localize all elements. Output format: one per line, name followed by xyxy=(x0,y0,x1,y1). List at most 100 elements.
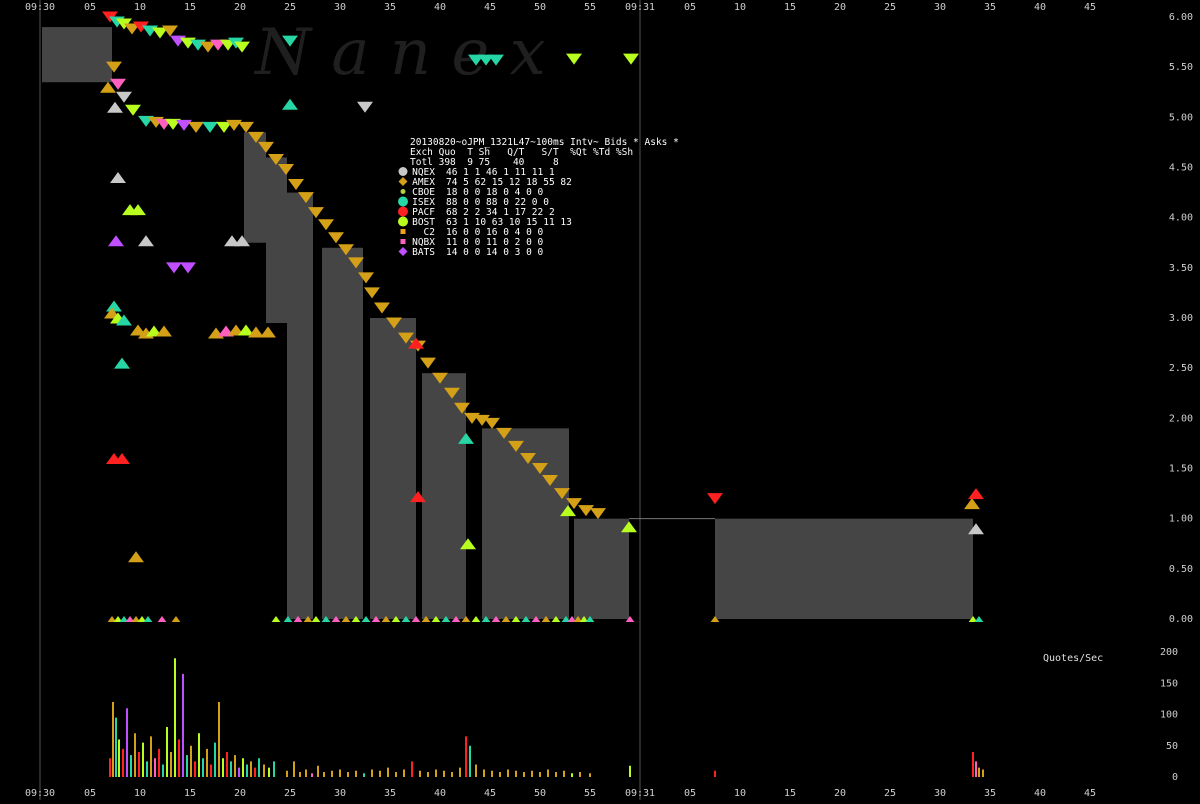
x-tick-label-bottom: 40 xyxy=(1034,788,1046,799)
x-tick-label-top: 55 xyxy=(584,2,596,13)
x-tick-label-bottom: 10 xyxy=(734,788,746,799)
x-tick-label-bottom: 40 xyxy=(434,788,446,799)
volume-bar xyxy=(182,673,184,777)
volume-bar xyxy=(142,742,144,777)
quote-marker xyxy=(166,262,182,274)
y-tick-label: 2.50 xyxy=(1169,363,1193,374)
x-tick-label-top: 05 xyxy=(84,2,96,13)
quote-marker xyxy=(578,505,594,517)
volume-bar xyxy=(109,758,111,777)
x-tick-label-top: 09:31 xyxy=(625,2,655,13)
volume-bar xyxy=(459,767,461,777)
volume-bar xyxy=(154,758,156,777)
x-tick-label-bottom: 50 xyxy=(534,788,546,799)
x-tick-label-bottom: 09:31 xyxy=(625,788,655,799)
volume-bar xyxy=(563,770,565,777)
y-tick-label: 4.50 xyxy=(1169,163,1193,174)
quote-marker xyxy=(707,493,723,505)
bid-area-step xyxy=(715,518,973,619)
x-tick-label-bottom: 45 xyxy=(484,788,496,799)
volume-bar xyxy=(363,773,365,777)
zero-marker xyxy=(271,616,281,622)
x-tick-label-bottom: 30 xyxy=(934,788,946,799)
x-tick-label-top: 15 xyxy=(784,2,796,13)
volume-bar xyxy=(190,745,192,777)
volume-y-tick-label: 150 xyxy=(1160,678,1178,689)
volume-bar xyxy=(539,772,541,777)
volume-bar xyxy=(515,770,517,777)
x-tick-label-bottom: 25 xyxy=(884,788,896,799)
volume-bar xyxy=(238,767,240,777)
bid-area-step xyxy=(287,192,313,620)
zero-marker xyxy=(974,616,984,622)
x-tick-label-bottom: 05 xyxy=(84,788,96,799)
x-tick-label-bottom: 15 xyxy=(184,788,196,799)
quote-marker xyxy=(238,121,254,133)
volume-bar xyxy=(162,764,164,777)
quote-marker xyxy=(374,302,390,314)
bid-area-step xyxy=(370,318,416,619)
quote-chart: N a n e x 09:30 09:30 05 05 10 10 15 15 20 20 25 25… xyxy=(0,0,1200,800)
x-tick-label-bottom: 20 xyxy=(834,788,846,799)
volume-bar xyxy=(258,758,260,777)
quote-marker xyxy=(188,121,204,133)
y-tick-label: 3.50 xyxy=(1169,263,1193,274)
volume-bar xyxy=(150,736,152,777)
volume-label: Quotes/Sec xyxy=(1043,653,1103,664)
x-tick-label-bottom: 25 xyxy=(284,788,296,799)
exchange-marker xyxy=(400,239,406,244)
exchange-values: 14 0 0 14 0 3 0 0 xyxy=(446,247,544,258)
quote-marker xyxy=(114,357,130,369)
volume-bar xyxy=(146,761,148,777)
volume-bar xyxy=(523,772,525,777)
x-tick-label-bottom: 15 xyxy=(784,788,796,799)
volume-bar xyxy=(178,739,180,777)
quote-marker xyxy=(484,417,500,429)
volume-bar xyxy=(331,770,333,777)
x-tick-label-top: 40 xyxy=(434,2,446,13)
volume-bar xyxy=(982,769,984,777)
x-tick-label-top: 50 xyxy=(534,2,546,13)
volume-bar xyxy=(483,769,485,777)
y-tick-label: 4.00 xyxy=(1169,213,1193,224)
volume-bar xyxy=(242,758,244,777)
zero-marker xyxy=(157,616,167,622)
quote-marker xyxy=(357,101,373,113)
bid-area-step xyxy=(244,132,266,243)
volume-bar xyxy=(214,742,216,777)
volume-y-tick-label: 0 xyxy=(1172,772,1178,783)
volume-bar xyxy=(435,769,437,777)
x-tick-label-bottom: 05 xyxy=(684,788,696,799)
volume-bar xyxy=(210,764,212,777)
bid-area-series xyxy=(42,27,973,620)
volume-bar xyxy=(311,773,313,777)
y-tick-label: 1.50 xyxy=(1169,464,1193,475)
x-tick-label-top: 20 xyxy=(834,2,846,13)
y-tick-label: 1.00 xyxy=(1169,514,1193,525)
volume-bar xyxy=(170,752,172,777)
volume-bar xyxy=(112,702,114,777)
volume-bars xyxy=(109,658,984,777)
x-tick-label-top: 25 xyxy=(284,2,296,13)
volume-y-tick-label: 200 xyxy=(1160,647,1178,658)
volume-bar xyxy=(254,767,256,777)
volume-bar xyxy=(317,765,319,777)
zero-marker xyxy=(471,616,481,622)
quote-marker xyxy=(106,300,122,312)
chart-canvas: N a n e x 09:30 09:30 05 05 10 10 15 15 20 20 25 25… xyxy=(25,0,1193,800)
quote-marker xyxy=(318,219,334,231)
volume-bar xyxy=(202,758,204,777)
quote-marker xyxy=(108,235,124,247)
quote-marker xyxy=(110,172,126,184)
quote-marker xyxy=(420,357,436,369)
volume-bar xyxy=(975,761,977,777)
exchange-marker xyxy=(400,189,406,194)
volume-bar xyxy=(299,772,301,777)
volume-bar xyxy=(134,733,136,777)
x-tick-label-top: 35 xyxy=(984,2,996,13)
volume-bar xyxy=(339,769,341,777)
exchange-marker xyxy=(398,216,408,227)
volume-bar xyxy=(115,717,117,777)
x-tick-label-bottom: 30 xyxy=(334,788,346,799)
volume-y-tick-label: 100 xyxy=(1160,710,1178,721)
